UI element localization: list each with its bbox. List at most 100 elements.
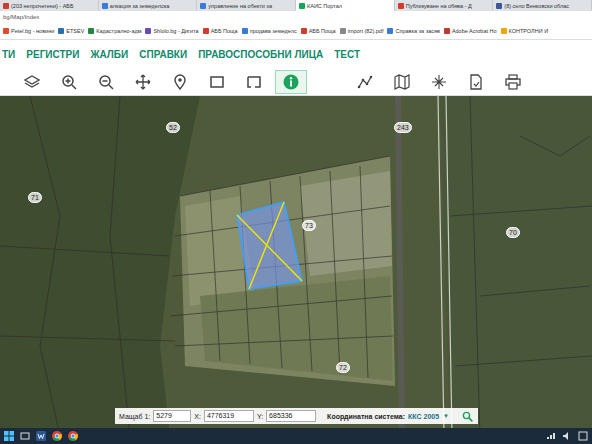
- location-pin-icon: [172, 74, 188, 90]
- info-icon: [283, 74, 299, 90]
- windows-start-icon[interactable]: [4, 431, 14, 441]
- network-icon[interactable]: [546, 431, 556, 441]
- bookmark[interactable]: Petel.bg - новини: [3, 28, 54, 34]
- menu-item[interactable]: ПРАВОСПОСОБНИ ЛИЦА: [198, 49, 323, 60]
- bookmark-label: Кадастрално-адм: [96, 28, 141, 34]
- notification-icon[interactable]: [578, 431, 588, 441]
- chrome-icon[interactable]: [68, 431, 78, 441]
- grid-button[interactable]: [424, 71, 454, 93]
- scale-label: Мащаб 1:: [119, 413, 150, 420]
- document-button[interactable]: [461, 71, 491, 93]
- menu-item[interactable]: ТЕСТ: [334, 49, 360, 60]
- parcel-label[interactable]: 71: [28, 192, 42, 203]
- rectangle-measure-button[interactable]: [239, 71, 269, 93]
- tab-label: алкация за земеделска: [110, 3, 170, 9]
- polyline-button[interactable]: [350, 71, 380, 93]
- bookmark-label: Adobe Acrobat Ho: [452, 28, 497, 34]
- address-bar[interactable]: bg/Map/Index: [0, 11, 592, 23]
- rectangle-select-button[interactable]: [202, 71, 232, 93]
- tab-label: управление на обекти за: [208, 3, 272, 9]
- menu-item[interactable]: ЖАЛБИ: [90, 49, 128, 60]
- parcel-label[interactable]: 243: [394, 122, 412, 133]
- bookmark-icon: [444, 28, 450, 34]
- browser-tab[interactable]: Публикуване на обява - Д: [395, 0, 494, 11]
- bookmark-label: Petel.bg - новини: [11, 28, 54, 34]
- address-text: bg/Map/Index: [3, 14, 39, 20]
- selected-parcel[interactable]: [237, 202, 302, 289]
- bookmark-label: КОНТРОЛНИ И: [509, 28, 549, 34]
- favicon-icon: [200, 3, 206, 9]
- map-button[interactable]: [387, 71, 417, 93]
- pan-icon: [135, 74, 151, 90]
- zoom-in-icon: [61, 74, 77, 90]
- parcel-label[interactable]: 73: [302, 220, 316, 231]
- rectangle-measure-icon: [246, 74, 262, 90]
- browser-tab[interactable]: (203 непрочетени) - АББ: [0, 0, 99, 11]
- crs-dropdown[interactable]: ККС 2005 ▼: [408, 413, 449, 420]
- polyline-icon: [357, 74, 373, 90]
- favicon-icon: [299, 3, 305, 9]
- bookmark-icon: [145, 28, 151, 34]
- bookmark-label: import (82).pdf: [348, 28, 384, 34]
- print-icon: [505, 74, 521, 90]
- zoom-in-button[interactable]: [54, 71, 84, 93]
- main-menu: ТИ РЕГИСТРИ ЖАЛБИ СПРАВКИ ПРАВОСПОСОБНИ ЛИЦА…: [0, 40, 592, 68]
- crs-value: ККС 2005: [408, 413, 439, 420]
- menu-item[interactable]: ТИ: [2, 49, 15, 60]
- layers-button[interactable]: [17, 71, 47, 93]
- bookmark[interactable]: Shlolo.bg - Дигита: [145, 28, 198, 34]
- menu-item[interactable]: РЕГИСТРИ: [26, 49, 79, 60]
- tab-label: (203 непрочетени) - АББ: [11, 3, 74, 9]
- dropdown-arrow-icon: ▼: [443, 413, 449, 419]
- map-icon: [394, 74, 410, 90]
- browser-tab[interactable]: (8) село Венковски облас: [493, 0, 592, 11]
- x-field[interactable]: 4776319: [204, 410, 254, 422]
- bookmark[interactable]: Adobe Acrobat Ho: [444, 28, 497, 34]
- search-icon[interactable]: [462, 411, 473, 422]
- grid-icon: [431, 74, 447, 90]
- info-button[interactable]: [276, 71, 306, 93]
- chrome-icon[interactable]: [52, 431, 62, 441]
- tab-label: КАИС Портал: [307, 3, 342, 9]
- print-button[interactable]: [498, 71, 528, 93]
- bookmark[interactable]: ETSEV: [58, 28, 84, 34]
- pan-button[interactable]: [128, 71, 158, 93]
- browser-tab[interactable]: управление на обекти за: [197, 0, 296, 11]
- bookmark-label: АББ Поща: [211, 28, 238, 34]
- volume-icon[interactable]: [562, 431, 572, 441]
- browser-tab-strip: (203 непрочетени) - АББ алкация за земеде…: [0, 0, 592, 11]
- bookmark-icon: [58, 28, 64, 34]
- bookmark-icon: [501, 28, 507, 34]
- y-field[interactable]: 685336: [266, 410, 316, 422]
- map-view[interactable]: 52 243 71 73 70 72 Мащаб 1:5279X:4776319Y:6853…: [0, 96, 592, 428]
- map-toolbar: [0, 68, 592, 96]
- browser-tab[interactable]: КАИС Портал: [296, 0, 395, 11]
- bookmark-icon: [88, 28, 94, 34]
- parcel-label[interactable]: 70: [506, 227, 520, 238]
- menu-item[interactable]: СПРАВКИ: [139, 49, 187, 60]
- bookmark[interactable]: Кадастрално-адм: [88, 28, 141, 34]
- zoom-out-icon: [98, 74, 114, 90]
- crs-label: Координатна система:: [327, 413, 405, 420]
- bookmark[interactable]: import (82).pdf: [340, 28, 384, 34]
- bookmark-icon: [301, 28, 307, 34]
- bookmark[interactable]: продава земеделс: [242, 28, 297, 34]
- bookmark-label: АББ Поща: [309, 28, 336, 34]
- bookmark-label: продава земеделс: [250, 28, 297, 34]
- scale-field[interactable]: 5279: [153, 410, 191, 422]
- zoom-out-button[interactable]: [91, 71, 121, 93]
- bookmark[interactable]: Справка за засяв: [387, 28, 439, 34]
- bookmark[interactable]: АББ Поща: [203, 28, 238, 34]
- word-icon[interactable]: [36, 431, 46, 441]
- location-pin-button[interactable]: [165, 71, 195, 93]
- favicon-icon: [398, 3, 404, 9]
- tab-label: Публикуване на обява - Д: [406, 3, 472, 9]
- bookmark[interactable]: АББ Поща: [301, 28, 336, 34]
- coordinate-bar: Мащаб 1:5279X:4776319Y:685336Координатна…: [115, 408, 478, 424]
- parcel-label[interactable]: 52: [166, 122, 180, 133]
- browser-tab[interactable]: алкация за земеделска: [99, 0, 198, 11]
- bookmark[interactable]: КОНТРОЛНИ И: [501, 28, 549, 34]
- bookmark-icon: [203, 28, 209, 34]
- task-view-icon[interactable]: [20, 431, 30, 441]
- parcel-label[interactable]: 72: [336, 362, 350, 373]
